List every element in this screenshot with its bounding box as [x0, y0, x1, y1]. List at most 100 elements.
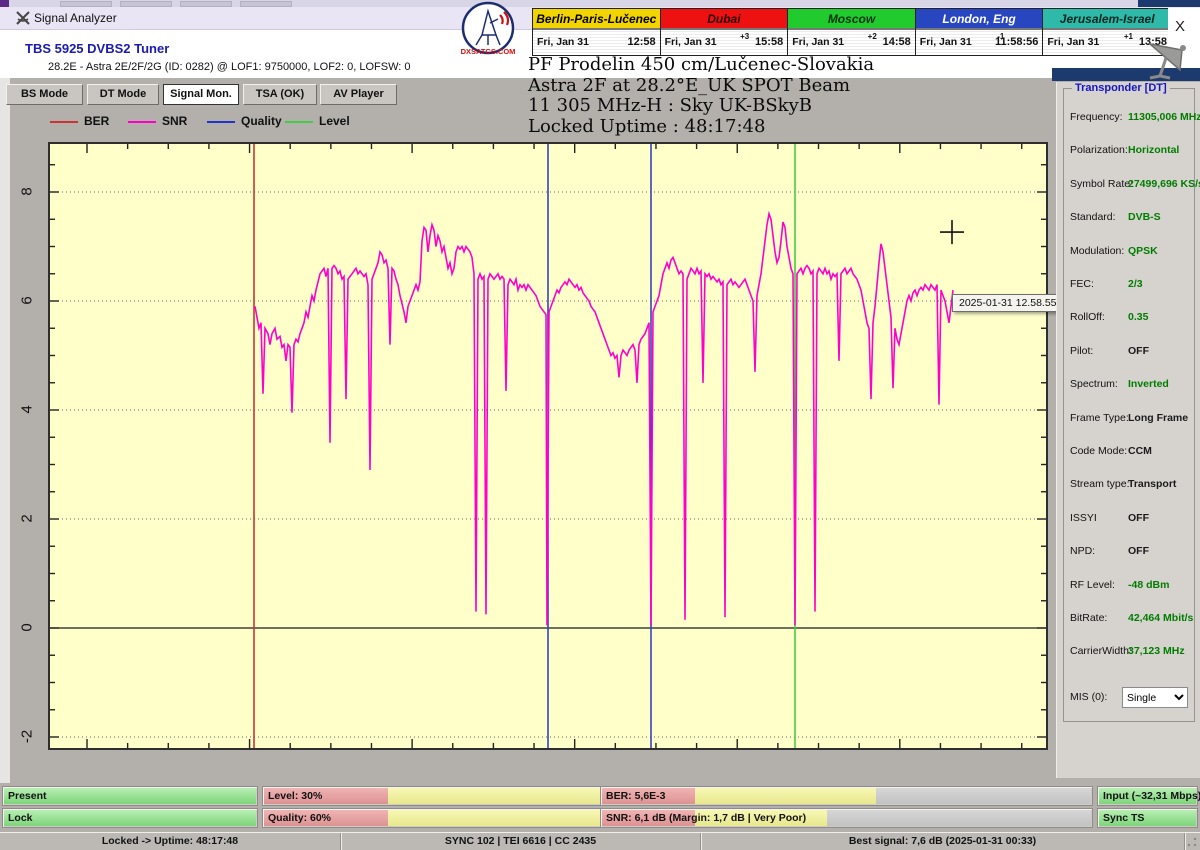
tuner-name: TBS 5925 DVBS2 Tuner [25, 41, 169, 56]
gauge-lock: Lock [2, 808, 258, 828]
gauge-sync-ts: Sync TS [1097, 808, 1198, 828]
tab-signal-mon[interactable]: Signal Mon. [163, 84, 239, 105]
transponder-groupbox: Transponder [DT] MIS (0): Single Frequen… [1063, 88, 1195, 722]
snr-trace-canvas [50, 144, 1046, 748]
transponder-row: Stream type:Transport [1064, 478, 1194, 498]
mis-label: MIS (0): [1070, 691, 1107, 703]
transponder-row: NPD: OFF [1064, 545, 1194, 565]
window-title: Signal Analyzer [34, 11, 117, 25]
gauge-present: Present [2, 786, 258, 806]
ytick-neg2: -2 [19, 722, 36, 752]
transponder-row-value: 27499,696 KS/s [1128, 178, 1200, 190]
transponder-row-value: OFF [1128, 345, 1149, 357]
clock-city-label: Berlin-Paris-Lučenec [533, 9, 660, 30]
transponder-row-value: DVB-S [1128, 211, 1161, 223]
status-best-signal: Best signal: 7,6 dB (2025-01-31 00:33) [701, 833, 1185, 850]
transponder-row-label: RollOff: [1070, 311, 1105, 323]
transponder-row-label: BitRate: [1070, 612, 1107, 624]
annotation-line-antenna: PF Prodelin 450 cm/Lučenec-Slovakia [528, 55, 874, 76]
transponder-row-value: Transport [1128, 478, 1176, 490]
clock-date: Fri, Jan 31 [920, 36, 972, 48]
clock-date: Fri, Jan 31 [537, 36, 589, 48]
transponder-row: Frequency:11305,006 MHz [1064, 111, 1194, 131]
transponder-row: Pilot: OFF [1064, 345, 1194, 365]
gauge-ber: BER: 5,6E-3 [600, 786, 1093, 806]
transponder-row: Spectrum:Inverted [1064, 378, 1194, 398]
resize-grip[interactable] [1186, 836, 1198, 848]
quality-line-swatch [207, 121, 235, 123]
ytick-2: 2 [19, 504, 36, 534]
snr-line-swatch [128, 121, 156, 123]
clock-city-label: Jerusalem-Israel [1043, 9, 1171, 30]
background-purple-chip [0, 0, 9, 7]
legend-label-ber: BER [84, 114, 109, 128]
transponder-row-label: Polarization: [1070, 144, 1128, 156]
transponder-row-label: Frequency: [1070, 111, 1123, 123]
signal-analyzer-screen: Signal Analyzer TBS 5925 DVBS2 Tuner 28.… [0, 0, 1200, 850]
transponder-panel: Transponder [DT] MIS (0): Single Frequen… [1056, 82, 1200, 778]
transponder-row-value: 2/3 [1128, 278, 1143, 290]
transponder-row-label: NPD: [1070, 545, 1095, 557]
transponder-row: RF Level:-48 dBm [1064, 579, 1194, 599]
annotation-line-satellite: Astra 2F at 28.2°E_UK SPOT Beam [528, 76, 874, 97]
clock-moscow: Moscow Fri, Jan 31 +2 14:58 [788, 9, 916, 55]
clock-time: 14:58 [883, 36, 911, 48]
gauge-snr: SNR: 6,1 dB (Margin: 1,7 dB | Very Poor) [600, 808, 1093, 828]
clock-berlin: Berlin-Paris-Lučenec Fri, Jan 31 12:58 [533, 9, 661, 55]
mis-select[interactable]: Single [1122, 687, 1188, 708]
status-sync-counters: SYNC 102 | TEI 6616 | CC 2435 [341, 833, 701, 850]
status-bar: Locked -> Uptime: 48:17:48 SYNC 102 | TE… [0, 832, 1200, 850]
transponder-row-value: Horizontal [1128, 144, 1179, 156]
transponder-row-label: FEC: [1070, 278, 1094, 290]
clock-time: 12:58 [627, 36, 655, 48]
tab-bs-mode[interactable]: BS Mode [6, 84, 83, 105]
tab-dt-mode[interactable]: DT Mode [87, 84, 159, 105]
transponder-row-value: 0.35 [1128, 311, 1148, 323]
transponder-row-value: OFF [1128, 512, 1149, 524]
close-icon[interactable]: X [1175, 18, 1185, 35]
transponder-row-value: Long Frame [1128, 412, 1188, 424]
ytick-0: 0 [19, 613, 36, 643]
chart-legend: BER SNR Quality Level [0, 113, 1050, 133]
transponder-row-value: Inverted [1128, 378, 1169, 390]
ytick-8: 8 [19, 177, 36, 207]
gauge-input: Input (~32,31 Mbps) [1097, 786, 1198, 806]
satellite-dish-icon [1136, 36, 1194, 80]
transponder-row: CarrierWidth:37,123 MHz [1064, 645, 1194, 665]
transponder-row: FEC: 2/3 [1064, 278, 1194, 298]
clock-time: 15:58 [755, 36, 783, 48]
transponder-row: Polarization:Horizontal [1064, 144, 1194, 164]
transponder-row-value: OFF [1128, 545, 1149, 557]
legend-label-level: Level [319, 114, 350, 128]
transponder-row-value: 11305,006 MHz [1128, 111, 1200, 123]
app-dish-icon [15, 10, 31, 26]
clock-london: London, Eng Fri, Jan 31 -1 11:58:56 [916, 9, 1044, 55]
transponder-row-label: Standard: [1070, 211, 1116, 223]
transponder-row-label: Stream type: [1070, 478, 1130, 490]
clock-dubai: Dubai Fri, Jan 31 +3 15:58 [661, 9, 789, 55]
tab-av-player[interactable]: AV Player [320, 84, 397, 105]
ytick-6: 6 [19, 286, 36, 316]
clock-date: Fri, Jan 31 [1047, 36, 1099, 48]
clock-utc-offset: +3 [740, 32, 749, 41]
transponder-row-label: Pilot: [1070, 345, 1093, 357]
transponder-row-value: 42,464 Mbit/s [1128, 612, 1193, 624]
transponder-row-label: Symbol Rate: [1070, 178, 1133, 190]
transponder-row: Symbol Rate:27499,696 KS/s [1064, 178, 1194, 198]
transponder-row-value: -48 dBm [1128, 579, 1169, 591]
signal-chart-plot[interactable] [48, 142, 1048, 750]
gauge-segment-yellow [695, 788, 876, 804]
world-clock-widget: Berlin-Paris-Lučenec Fri, Jan 31 12:58 D… [532, 8, 1172, 56]
transponder-row: BitRate: 42,464 Mbit/s [1064, 612, 1194, 632]
transponder-row: RollOff: 0.35 [1064, 311, 1194, 331]
legend-label-snr: SNR [162, 114, 187, 128]
transponder-row: Modulation:QPSK [1064, 245, 1194, 265]
transponder-row-value: QPSK [1128, 245, 1158, 257]
tab-tsa[interactable]: TSA (OK) [243, 84, 317, 105]
clock-time: 11:58:56 [995, 36, 1038, 48]
ytick-4: 4 [19, 395, 36, 425]
status-locked-uptime: Locked -> Uptime: 48:17:48 [0, 833, 341, 850]
transponder-row: Standard: DVB-S [1064, 211, 1194, 231]
transponder-row-label: Frame Type: [1070, 412, 1129, 424]
transponder-row: ISSYIOFF [1064, 512, 1194, 532]
